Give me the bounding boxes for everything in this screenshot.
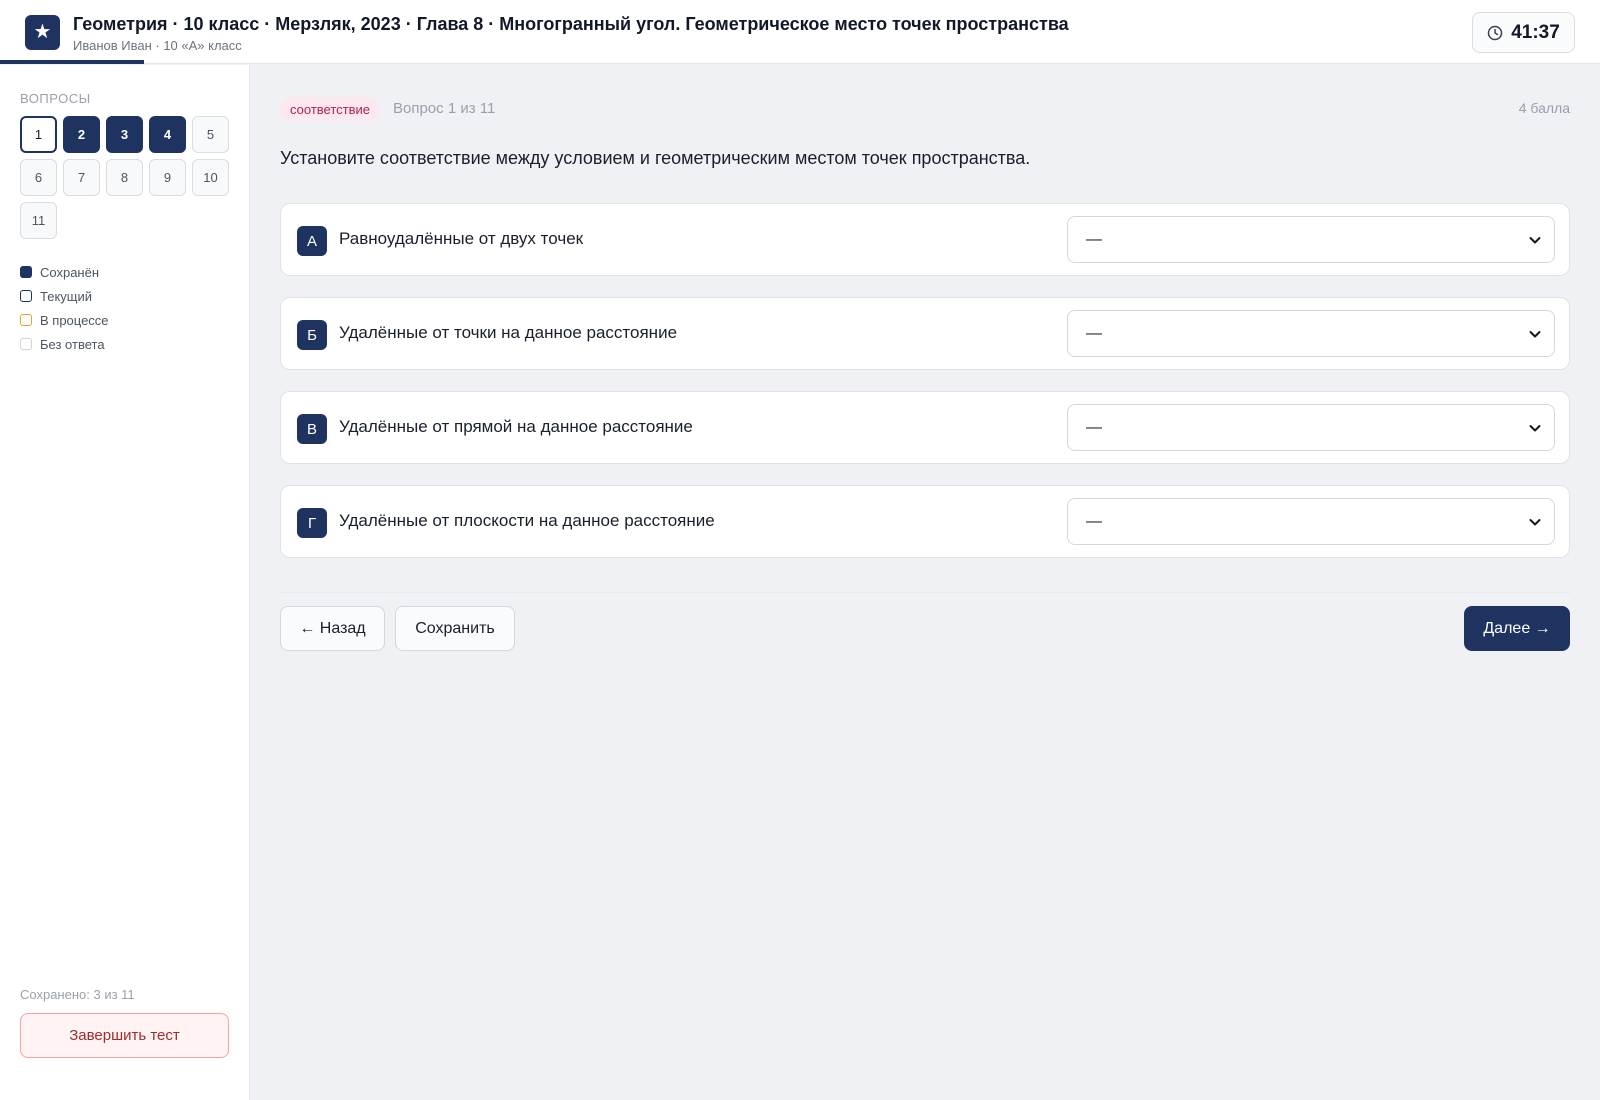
question-button-5[interactable]: 5 — [192, 116, 229, 153]
page-title: Геометрия · 10 класс · Мерзляк, 2023 · Г… — [73, 14, 1069, 34]
answer-select[interactable]: — — [1067, 404, 1555, 451]
questions-heading: ВОПРОСЫ — [20, 91, 91, 106]
row-condition-text: Равноудалённые от двух точек — [339, 229, 584, 248]
chevron-down-icon — [1528, 515, 1542, 534]
legend-current: Текущий — [20, 284, 109, 308]
saved-swatch — [20, 266, 32, 278]
legend-saved: Сохранён — [20, 260, 109, 284]
chevron-down-icon — [1528, 233, 1542, 252]
legend: Сохранён Текущий В процессе Без ответа — [20, 260, 109, 356]
saved-count: Сохранено: 3 из 11 — [20, 987, 135, 1002]
row-condition-text: Удалённые от плоскости на данное расстоя… — [339, 511, 715, 530]
question-navigator: 1 2 3 4 5 6 7 8 9 10 11 — [20, 116, 234, 239]
student-info: Иванов Иван · 10 «А» класс — [73, 38, 242, 53]
answer-select[interactable]: — — [1067, 498, 1555, 545]
legend-in-progress-label: В процессе — [40, 312, 109, 328]
divider — [280, 592, 1570, 593]
question-points: 4 балла — [1518, 100, 1570, 116]
question-type-tag: соответствие — [280, 97, 380, 121]
question-number: Вопрос 1 из 11 — [393, 100, 496, 117]
top-bar: ★ Геометрия · 10 класс · Мерзляк, 2023 ·… — [0, 0, 1600, 64]
match-row: В Удалённые от прямой на данное расстояни… — [280, 391, 1570, 464]
finish-test-button[interactable]: Завершить тест — [20, 1013, 229, 1058]
question-button-9[interactable]: 9 — [149, 159, 186, 196]
question-button-4[interactable]: 4 — [149, 116, 186, 153]
question-button-7[interactable]: 7 — [63, 159, 100, 196]
next-button[interactable]: Далее → — [1464, 606, 1570, 651]
match-row: А Равноудалённые от двух точек — — [280, 203, 1570, 276]
legend-no-answer: Без ответа — [20, 332, 109, 356]
legend-current-label: Текущий — [40, 288, 92, 304]
legend-saved-label: Сохранён — [40, 264, 100, 280]
current-swatch — [20, 290, 32, 302]
answer-select-value: — — [1086, 418, 1102, 436]
star-logo-icon: ★ — [25, 15, 60, 50]
answer-select-value: — — [1086, 324, 1102, 342]
answer-select-value: — — [1086, 230, 1102, 248]
answer-select[interactable]: — — [1067, 216, 1555, 263]
row-letter-badge: Г — [297, 508, 327, 538]
question-button-2[interactable]: 2 — [63, 116, 100, 153]
row-condition-text: Удалённые от точки на данное расстояние — [339, 323, 678, 342]
question-button-6[interactable]: 6 — [20, 159, 57, 196]
answer-select-value: — — [1086, 512, 1102, 530]
in-progress-swatch — [20, 314, 32, 326]
timer-value: 41:37 — [1511, 21, 1560, 43]
row-letter-badge: В — [297, 414, 327, 444]
question-button-1[interactable]: 1 — [20, 116, 57, 153]
chevron-down-icon — [1528, 421, 1542, 440]
matching-rows: А Равноудалённые от двух точек — Б Удалённые… — [280, 203, 1570, 579]
question-button-3[interactable]: 3 — [106, 116, 143, 153]
save-button[interactable]: Сохранить — [395, 606, 515, 651]
back-button[interactable]: ← Назад — [280, 606, 385, 651]
match-row: Г Удалённые от плоскости на данное рассто… — [280, 485, 1570, 558]
timer: 41:37 — [1472, 12, 1575, 53]
row-letter-badge: Б — [297, 320, 327, 350]
clock-icon — [1487, 25, 1503, 41]
question-text: Установите соответствие между условием и… — [280, 148, 1031, 168]
question-button-11[interactable]: 11 — [20, 202, 57, 239]
row-condition-text: Удалённые от прямой на данное расстояние — [339, 417, 693, 436]
chevron-down-icon — [1528, 327, 1542, 346]
legend-no-answer-label: Без ответа — [40, 336, 105, 352]
legend-in-progress: В процессе — [20, 308, 109, 332]
progress-bar — [0, 60, 144, 64]
no-answer-swatch — [20, 338, 32, 350]
match-row: Б Удалённые от точки на данное расстояние… — [280, 297, 1570, 370]
question-button-10[interactable]: 10 — [192, 159, 229, 196]
sidebar: ВОПРОСЫ 1 2 3 4 5 6 7 8 9 10 11 Сохранён Текущий В… — [0, 65, 250, 1100]
question-button-8[interactable]: 8 — [106, 159, 143, 196]
answer-select[interactable]: — — [1067, 310, 1555, 357]
row-letter-badge: А — [297, 226, 327, 256]
